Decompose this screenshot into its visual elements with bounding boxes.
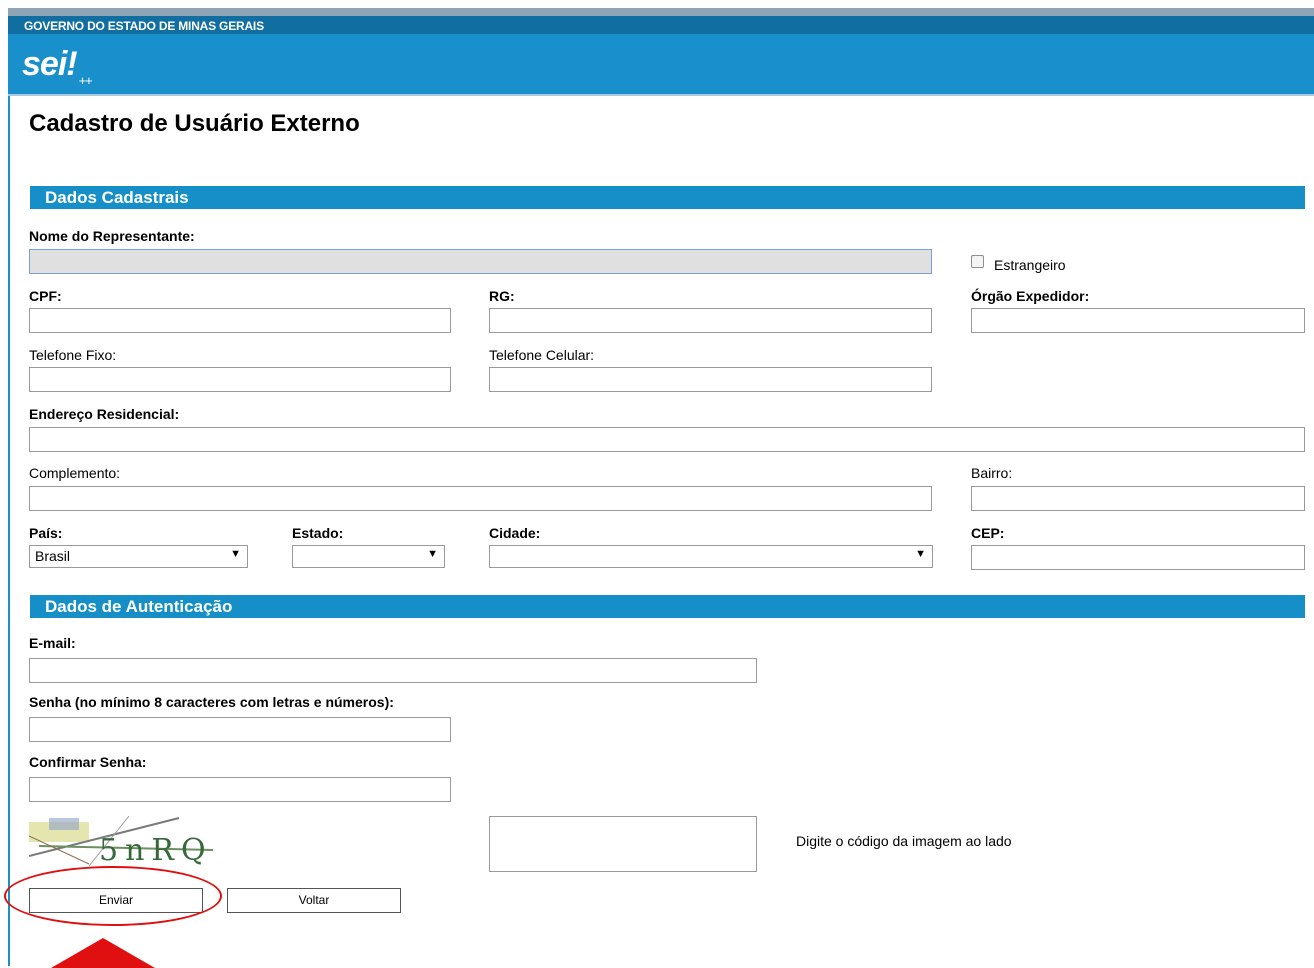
endereco-input[interactable] <box>29 427 1305 452</box>
up-arrow-icon <box>51 938 155 968</box>
telefone-celular-label: Telefone Celular: <box>489 347 595 363</box>
cpf-label: CPF: <box>29 288 62 304</box>
dropdown-arrow-icon: ▼ <box>427 548 438 560</box>
section-title: Dados Cadastrais <box>45 188 189 207</box>
dropdown-arrow-icon: ▼ <box>915 548 926 560</box>
estrangeiro-label: Estrangeiro <box>994 257 1066 273</box>
cep-label: CEP: <box>971 525 1005 541</box>
sei-logo[interactable]: sei! ++ <box>22 45 93 88</box>
logo-text: sei! <box>22 45 78 83</box>
cidade-select[interactable]: ▼ <box>489 545 933 568</box>
section-dados-cadastrais: Dados Cadastrais <box>30 186 1305 209</box>
senha-label: Senha (no mínimo 8 caracteres com letras… <box>29 694 394 710</box>
cpf-input[interactable] <box>29 308 451 333</box>
logo-suffix: ++ <box>78 72 93 88</box>
complemento-input[interactable] <box>29 486 932 511</box>
orgao-expedidor-label: Órgão Expedidor: <box>971 288 1090 304</box>
bairro-label: Bairro: <box>971 465 1013 481</box>
pais-selected-value: Brasil <box>35 548 71 564</box>
pais-select[interactable]: Brasil ▼ <box>29 545 248 568</box>
pais-label: País: <box>29 525 63 541</box>
email-input[interactable] <box>29 658 757 683</box>
captcha-hint: Digite o código da imagem ao lado <box>796 833 1012 849</box>
estado-label: Estado: <box>292 525 344 541</box>
highlight-ellipse <box>4 866 222 926</box>
email-label: E-mail: <box>29 635 76 651</box>
cep-input[interactable] <box>971 545 1305 570</box>
complemento-label: Complemento: <box>29 465 121 481</box>
header-top-strip <box>8 8 1314 16</box>
gov-title: GOVERNO DO ESTADO DE MINAS GERAIS <box>24 19 264 33</box>
confirmar-senha-input[interactable] <box>29 777 451 802</box>
estrangeiro-checkbox[interactable] <box>971 255 984 268</box>
header-divider <box>8 94 1314 96</box>
page-title: Cadastro de Usuário Externo <box>29 110 360 137</box>
endereco-label: Endereço Residencial: <box>29 406 180 422</box>
voltar-button[interactable]: Voltar <box>227 888 401 913</box>
gov-banner: GOVERNO DO ESTADO DE MINAS GERAIS <box>8 16 1314 34</box>
captcha-input[interactable] <box>489 816 757 872</box>
confirmar-senha-label: Confirmar Senha: <box>29 754 147 770</box>
rg-label: RG: <box>489 288 515 304</box>
left-border <box>8 96 10 966</box>
dropdown-arrow-icon: ▼ <box>230 548 241 560</box>
estado-select[interactable]: ▼ <box>292 545 445 568</box>
rg-input[interactable] <box>489 308 932 333</box>
bairro-input[interactable] <box>971 486 1305 511</box>
nome-input[interactable] <box>29 249 932 274</box>
section-dados-autenticacao: Dados de Autenticação <box>30 595 1305 618</box>
section-title: Dados de Autenticação <box>45 597 233 616</box>
captcha-image: 5nRQ <box>29 816 213 868</box>
cidade-label: Cidade: <box>489 525 541 541</box>
nome-label: Nome do Representante: <box>29 228 195 244</box>
captcha-text: 5nRQ <box>99 833 213 868</box>
orgao-expedidor-input[interactable] <box>971 308 1305 333</box>
telefone-fixo-input[interactable] <box>29 367 451 392</box>
telefone-fixo-label: Telefone Fixo: <box>29 347 117 363</box>
telefone-celular-input[interactable] <box>489 367 932 392</box>
senha-input[interactable] <box>29 717 451 742</box>
